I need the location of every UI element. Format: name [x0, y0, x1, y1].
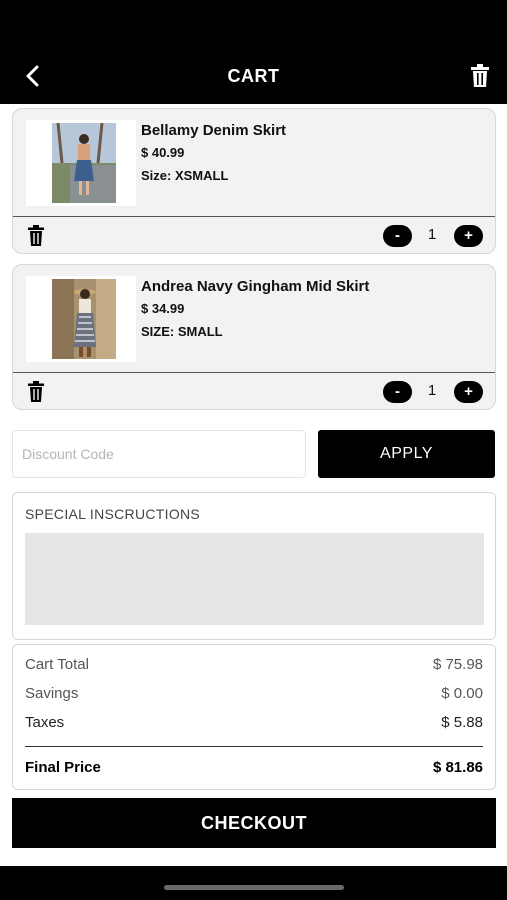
summary-row-final-price: Final Price $ 81.86 [25, 759, 483, 776]
product-price: $ 34.99 [141, 301, 185, 316]
divider [13, 216, 495, 217]
apply-discount-button[interactable]: APPLY [318, 430, 495, 478]
divider [13, 372, 495, 373]
cart-content: Bellamy Denim Skirt $ 40.99 Size: XSMALL… [0, 104, 507, 866]
product-image[interactable] [26, 120, 136, 206]
special-instructions-label: SPECIAL INSCRUCTIONS [25, 506, 201, 522]
cart-screen: CART Bellamy Denim Skirt $ 40.99 Size: X… [0, 0, 507, 900]
discount-code-input[interactable] [12, 430, 306, 478]
quantity-value: 1 [427, 226, 437, 243]
summary-label: Savings [25, 685, 79, 702]
denim-skirt-photo [52, 123, 116, 203]
quantity-value: 1 [427, 382, 437, 399]
cart-item: Bellamy Denim Skirt $ 40.99 Size: XSMALL… [12, 108, 496, 254]
special-instructions-field[interactable] [25, 533, 484, 625]
summary-row-savings: Savings $ 0.00 [25, 685, 483, 702]
home-indicator[interactable] [164, 885, 344, 890]
product-image[interactable] [26, 276, 136, 362]
page-title: CART [227, 66, 280, 86]
divider [25, 746, 483, 747]
product-size: Size: XSMALL [141, 168, 229, 183]
summary-value: $ 75.98 [432, 656, 483, 673]
gingham-skirt-photo [52, 279, 116, 359]
trash-icon[interactable] [470, 64, 490, 88]
decrease-quantity-button[interactable]: - [383, 381, 412, 403]
increase-quantity-button[interactable]: + [454, 225, 483, 247]
summary-label: Cart Total [25, 656, 89, 673]
delete-item-icon[interactable] [27, 381, 45, 402]
header-bar: CART [0, 0, 507, 104]
summary-label: Taxes [25, 714, 65, 731]
product-size: SIZE: SMALL [141, 324, 223, 339]
summary-row-cart-total: Cart Total $ 75.98 [25, 656, 483, 673]
checkout-button[interactable]: CHECKOUT [12, 798, 496, 848]
product-name[interactable]: Andrea Navy Gingham Mid Skirt [141, 278, 369, 295]
summary-value: $ 5.88 [441, 714, 483, 731]
increase-quantity-button[interactable]: + [454, 381, 483, 403]
summary-value: $ 0.00 [441, 685, 483, 702]
final-price-value: $ 81.86 [432, 759, 483, 776]
order-summary: Cart Total $ 75.98 Savings $ 0.00 Taxes … [12, 644, 496, 790]
product-price: $ 40.99 [141, 145, 185, 160]
special-instructions-panel: SPECIAL INSCRUCTIONS [12, 492, 496, 640]
decrease-quantity-button[interactable]: - [383, 225, 412, 247]
final-price-label: Final Price [25, 759, 101, 776]
cart-item: Andrea Navy Gingham Mid Skirt $ 34.99 SI… [12, 264, 496, 410]
product-name[interactable]: Bellamy Denim Skirt [141, 122, 286, 139]
summary-row-taxes: Taxes $ 5.88 [25, 714, 483, 731]
delete-item-icon[interactable] [27, 225, 45, 246]
